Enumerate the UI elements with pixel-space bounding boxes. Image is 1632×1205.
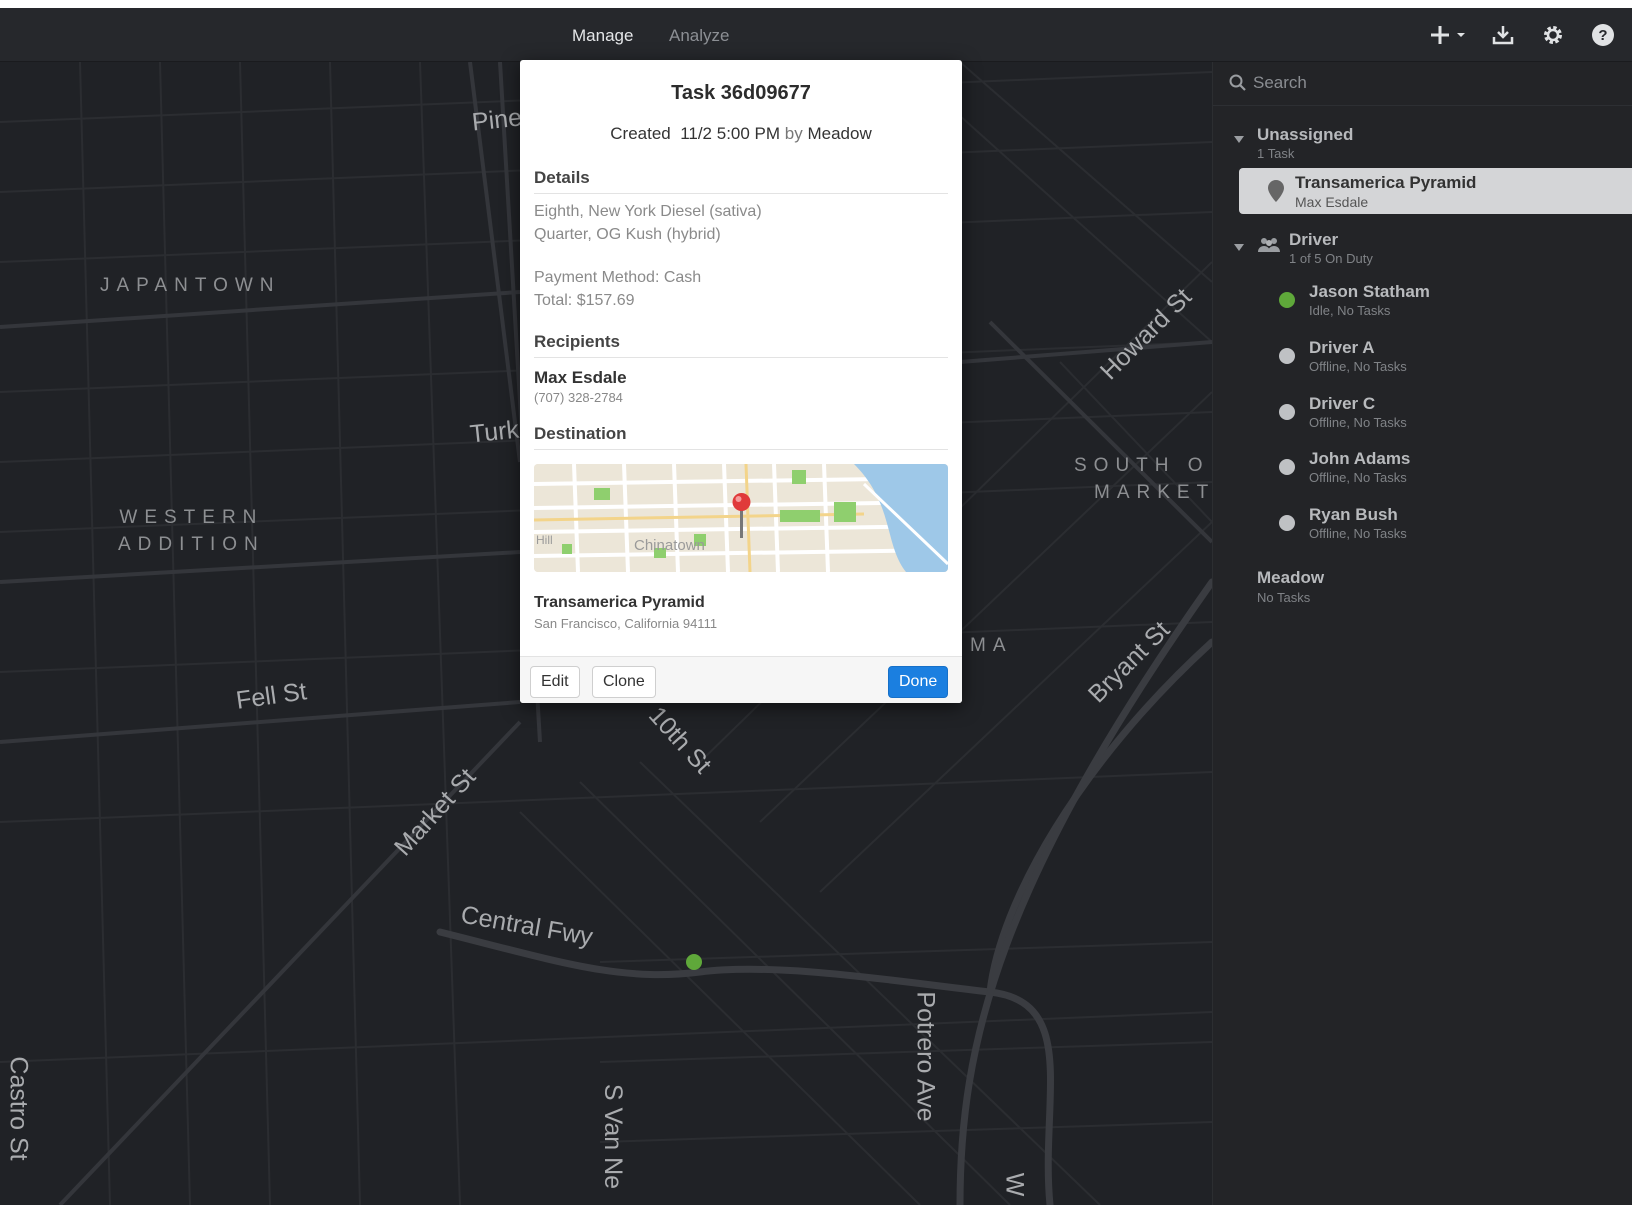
minimap-label: Hill [536,533,553,547]
driver-item[interactable]: Ryan Bush Offline, No Tasks [1213,501,1632,555]
destination-minimap[interactable]: Chinatown Hill [534,464,948,572]
driver-name: Jason Statham [1309,282,1430,301]
destination-heading: Destination [534,424,948,450]
unassigned-count: 1 Task [1257,146,1295,161]
top-bar: Manage Analyze ? [0,8,1632,62]
gear-icon[interactable] [1536,20,1570,50]
payment-info: Payment Method: Cash Total: $157.69 [534,269,702,309]
task-created-line: Created 11/2 5:00 PM by Meadow [610,124,872,143]
status-offline-icon [1279,515,1295,531]
unassigned-group-title[interactable]: Unassigned [1257,125,1353,145]
modal-footer: Edit Clone Done [520,656,962,703]
clone-button[interactable]: Clone [592,666,656,698]
search-icon [1229,74,1247,97]
tab-analyze[interactable]: Analyze [669,26,729,46]
svg-text:?: ? [1598,27,1607,44]
status-offline-icon [1279,348,1295,364]
plus-dropdown-icon[interactable] [1428,20,1472,50]
street-label: Turk [468,415,521,449]
team-icon [1257,236,1281,259]
app-window: Manage Analyze ? Pine Turk Howard St Fel… [0,8,1632,1205]
order-items: Eighth, New York Diesel (sativa) Quarter… [534,203,762,243]
collapse-caret-icon[interactable] [1234,244,1244,251]
driver-name: Driver A [1309,338,1375,357]
district-label-fragment: MA [970,635,1013,656]
destination-name: Transamerica Pyramid [534,594,705,611]
task-title: Task 36d09677 [671,82,811,104]
unassigned-task-item[interactable]: Transamerica Pyramid Max Esdale [1239,168,1632,214]
meadow-group-sub: No Tasks [1257,590,1311,605]
driver-status: Offline, No Tasks [1309,359,1407,374]
status-offline-icon [1279,459,1295,475]
minimap-label: Chinatown [634,537,705,554]
driver-location-dot[interactable] [686,954,702,970]
destination-address: San Francisco, California 94111 [534,616,718,631]
status-offline-icon [1279,404,1295,420]
driver-item[interactable]: Jason Statham Idle, No Tasks [1213,278,1632,332]
recipient-phone: (707) 328-2784 [534,390,623,405]
driver-item[interactable]: Driver A Offline, No Tasks [1213,334,1632,388]
driver-item[interactable]: John Adams Offline, No Tasks [1213,445,1632,499]
district-label-south-of-market: SOUTH O MARKET [1074,455,1212,503]
download-icon[interactable] [1486,20,1520,50]
status-online-icon [1279,292,1295,308]
driver-status: Offline, No Tasks [1309,526,1407,541]
driver-name: Driver C [1309,394,1376,413]
done-button[interactable]: Done [888,666,949,698]
recipients-heading: Recipients [534,332,948,358]
task-item-title: Transamerica Pyramid [1295,173,1477,192]
driver-status: Idle, No Tasks [1309,303,1391,318]
street-label: S Van Ne [599,1083,628,1190]
street-label: Castro St [4,1056,33,1161]
driver-status: Offline, No Tasks [1309,415,1407,430]
task-detail-modal: Task 36d09677 Created 11/2 5:00 PM by Me… [520,60,962,703]
driver-group-title[interactable]: Driver [1289,230,1338,250]
street-label: Potrero Ave [911,991,940,1122]
sidebar: Unassigned 1 Task Transamerica Pyramid M… [1212,62,1632,1205]
edit-button[interactable]: Edit [530,666,580,698]
search-input[interactable] [1253,70,1553,96]
district-label-japantown: JAPANTOWN [100,275,281,296]
search-bar [1213,62,1632,106]
location-pin-icon [1267,179,1285,208]
details-heading: Details [534,168,948,194]
street-label: W [1000,1172,1029,1197]
driver-status: Offline, No Tasks [1309,470,1407,485]
task-item-recipient: Max Esdale [1295,194,1369,210]
meadow-group-title[interactable]: Meadow [1257,568,1324,588]
driver-name: John Adams [1309,449,1411,468]
district-label-western-addition: WESTERN ADDITION [118,507,265,555]
collapse-caret-icon[interactable] [1234,136,1244,143]
tab-manage[interactable]: Manage [572,26,633,46]
help-icon[interactable]: ? [1586,20,1620,50]
driver-name: Ryan Bush [1309,505,1398,524]
driver-group-count: 1 of 5 On Duty [1289,251,1373,266]
street-label: Pine [470,103,524,137]
driver-item[interactable]: Driver C Offline, No Tasks [1213,390,1632,444]
recipient-name[interactable]: Max Esdale [534,368,627,388]
